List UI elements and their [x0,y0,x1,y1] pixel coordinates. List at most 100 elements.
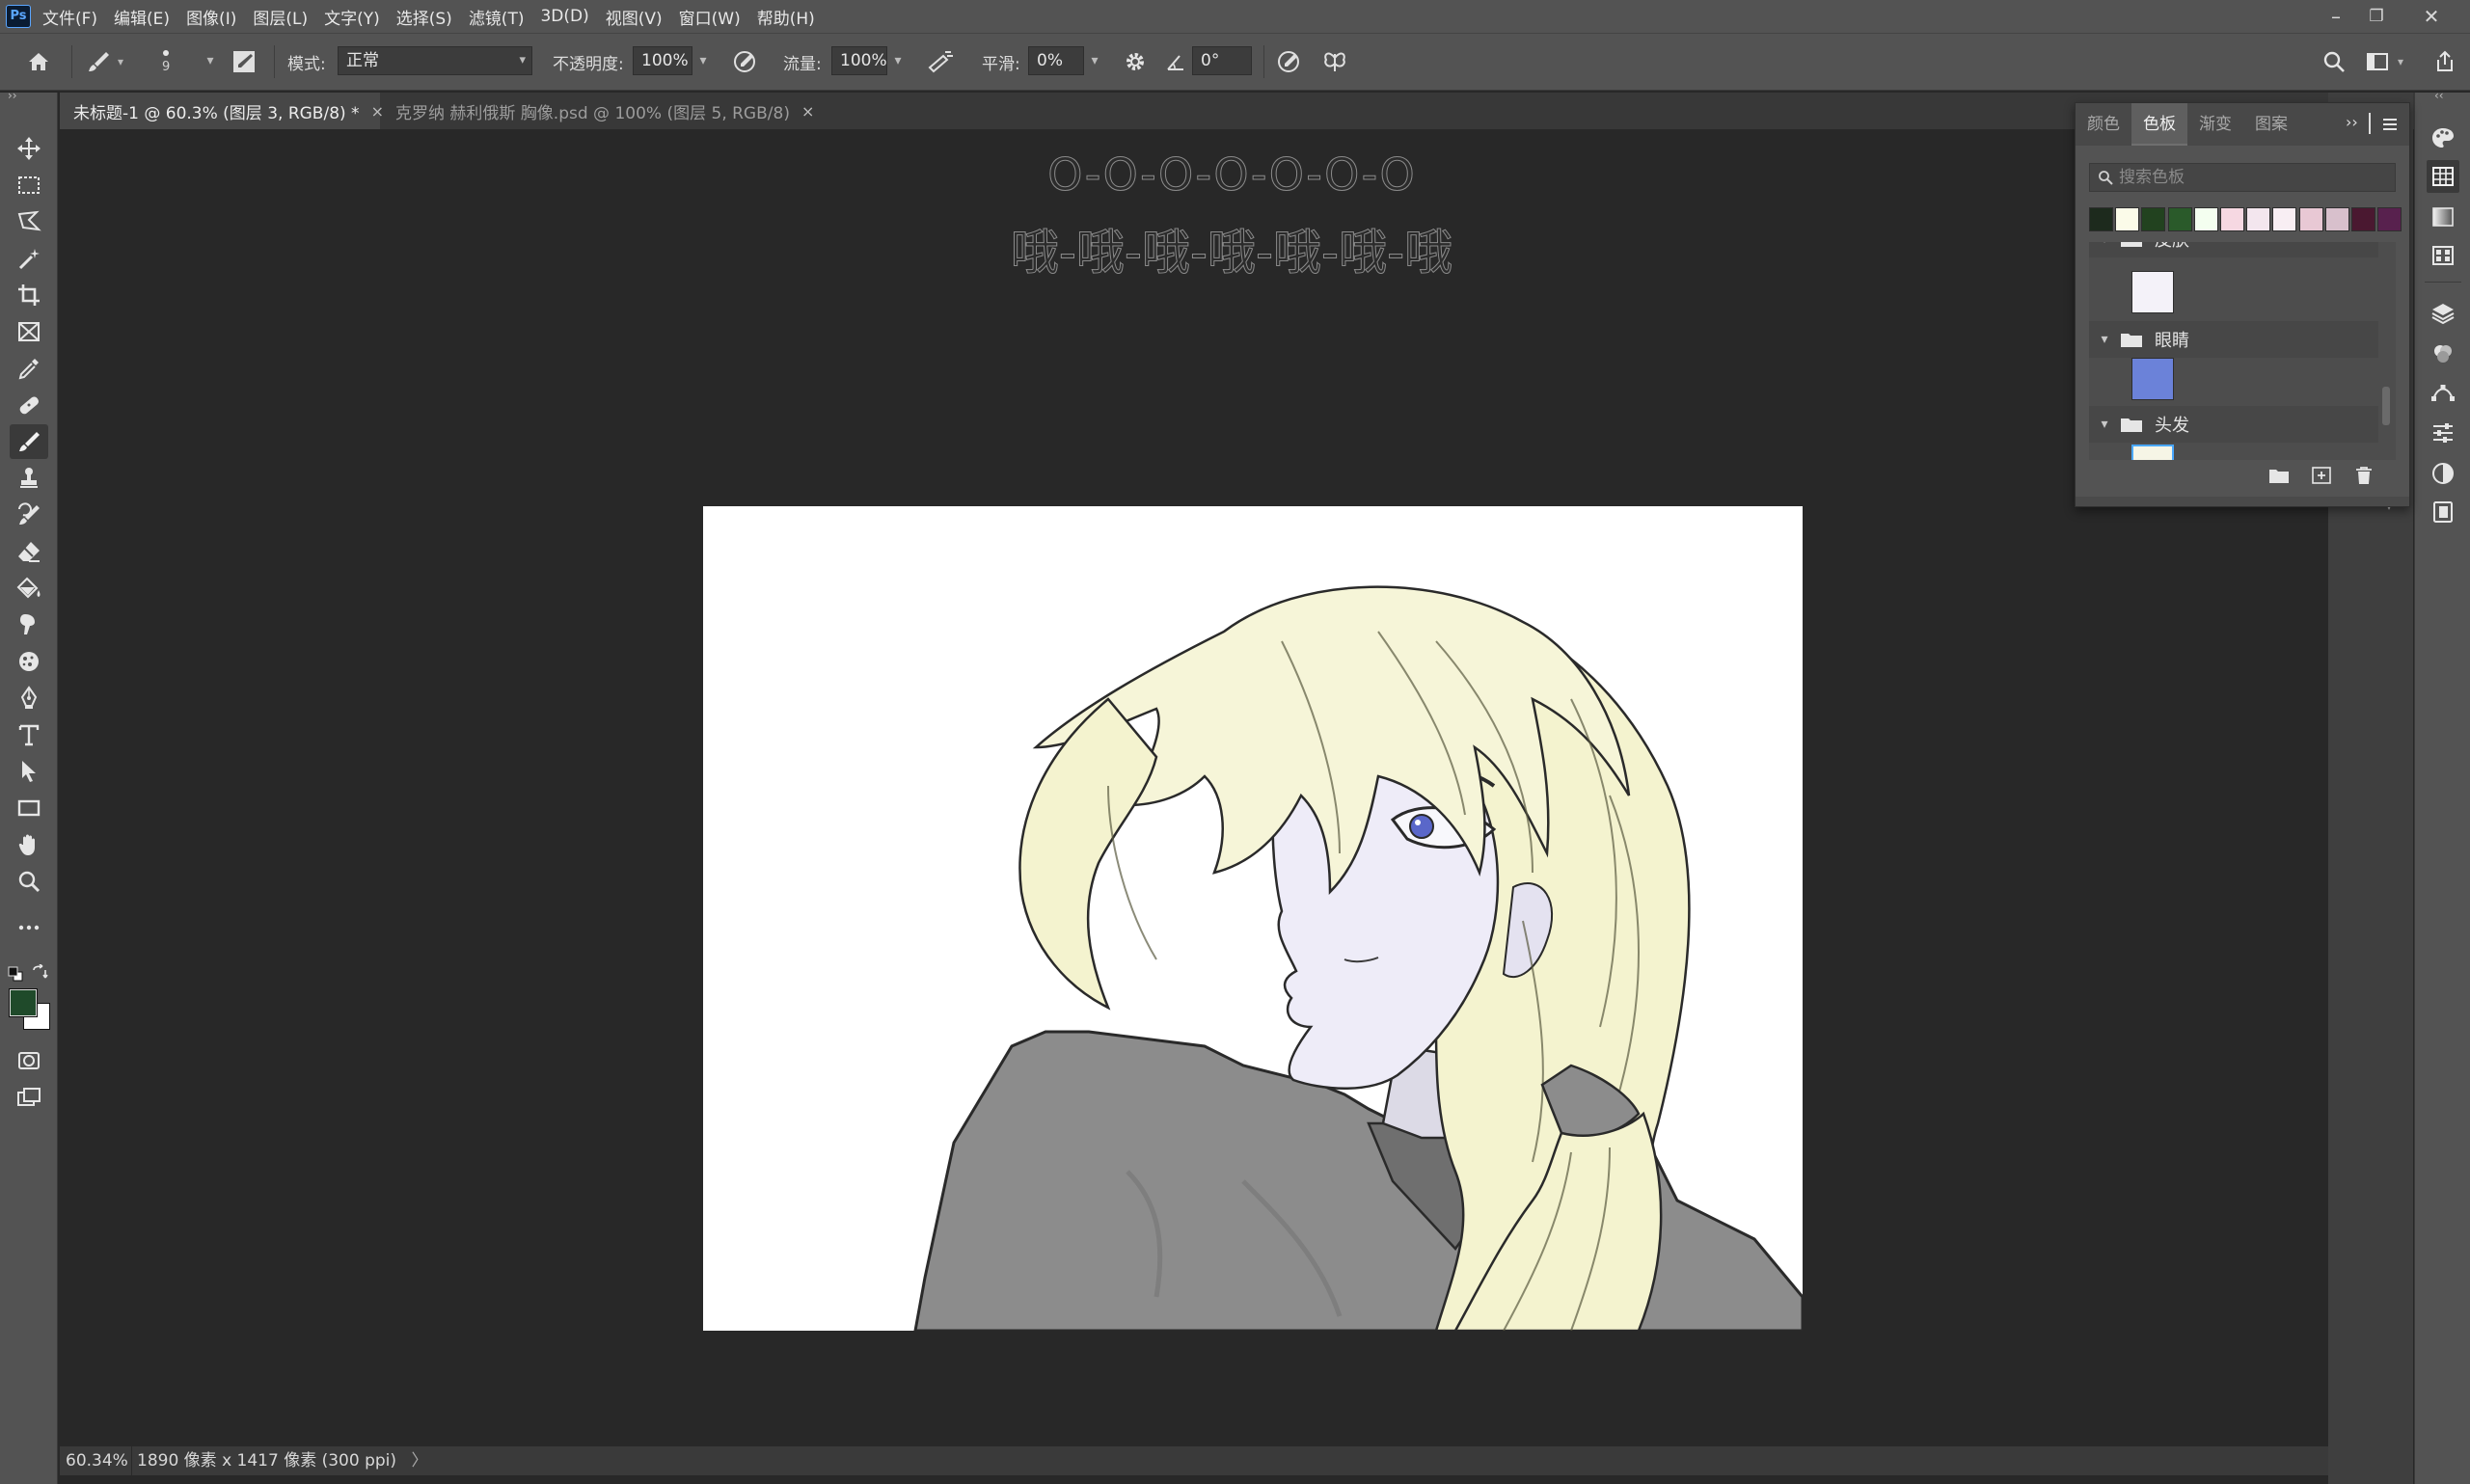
eyedropper-tool[interactable] [10,351,48,386]
menu-edit[interactable]: 编辑(E) [114,5,170,29]
move-tool[interactable] [10,131,48,166]
chevron-down-icon[interactable]: ▾ [2089,417,2120,432]
libraries-panel-button[interactable] [2427,496,2459,528]
flow-input[interactable]: 100% [831,46,887,75]
expand-toolbar-icon[interactable]: ›› [8,89,17,102]
tab-color[interactable]: 颜色 [2076,103,2131,146]
swatches-panel-button[interactable] [2427,160,2459,193]
paint-bucket-tool[interactable] [10,571,48,606]
brush-settings-toggle[interactable] [231,34,257,90]
pressure-size-button[interactable] [1275,34,1302,90]
close-window-button[interactable]: ✕ [2405,0,2457,33]
tab-bust-psd[interactable]: 克罗纳 赫利俄斯 胸像.psd @ 100% (图层 5, RGB/8) × [382,93,883,129]
swatch-group-skin[interactable]: ▾ 皮肤 [2089,242,2378,257]
frame-tool[interactable] [10,314,48,349]
panel-resize-handle[interactable] [2076,497,2409,506]
brush-size-picker[interactable]: 9 [162,34,170,90]
recent-color-swatch[interactable] [2377,207,2402,231]
recent-color-swatch[interactable] [2141,207,2166,231]
menu-help[interactable]: 帮助(H) [757,5,815,29]
recent-color-swatch[interactable] [2272,207,2297,231]
foreground-color-swatch[interactable] [9,988,38,1017]
chevron-down-icon[interactable]: ▾ [200,46,221,75]
angle-input[interactable]: 0° [1192,46,1252,75]
zoom-level[interactable]: 60.34% [66,1446,132,1475]
lasso-tool[interactable] [10,204,48,239]
new-swatch-button[interactable] [2311,466,2334,489]
smoothing-input[interactable]: 0% [1028,46,1084,75]
menu-view[interactable]: 视图(V) [606,5,663,29]
collapse-dock-icon[interactable]: ‹‹ [2434,89,2444,102]
crop-tool[interactable] [10,278,48,312]
edit-toolbar-button[interactable] [10,910,48,945]
channels-panel-button[interactable] [2427,337,2459,370]
swatch-group-hair[interactable]: ▾ 头发 [2089,406,2378,443]
history-brush-tool[interactable] [10,498,48,532]
scrollbar-thumb[interactable] [2382,387,2390,425]
menu-select[interactable]: 选择(S) [396,5,452,29]
workspace-switcher[interactable]: ▾ [2365,34,2403,90]
menu-filter[interactable]: 滤镜(T) [469,5,525,29]
canvas-workspace[interactable]: O-O-O-O-O-O-O 哦-哦-哦-哦-哦-哦-哦 [60,129,2328,1446]
menu-file[interactable]: 文件(F) [42,5,97,29]
artboard-canvas[interactable] [703,506,1803,1331]
more-tabs-icon[interactable]: ›› [2346,113,2358,131]
hand-tool[interactable] [10,827,48,862]
recent-color-swatch[interactable] [2246,207,2271,231]
chevron-down-icon[interactable]: ▾ [887,46,909,75]
swatch-search-input[interactable] [2119,164,2389,191]
tab-untitled-1[interactable]: 未标题-1 @ 60.3% (图层 3, RGB/8) * × [60,93,384,129]
menu-type[interactable]: 文字(Y) [324,5,380,29]
layers-panel-button[interactable] [2427,297,2459,330]
chevron-down-icon[interactable]: ▾ [1084,46,1105,75]
swatch-hair[interactable] [2131,445,2174,460]
tab-patterns[interactable]: 图案 [2243,103,2299,146]
color-panel-button[interactable] [2427,121,2459,154]
menu-window[interactable]: 窗口(W) [679,5,741,29]
brush-tool[interactable] [10,424,48,459]
pressure-opacity-button[interactable] [731,34,758,90]
quick-mask-button[interactable] [10,1043,48,1078]
rectangle-tool[interactable] [10,791,48,825]
menu-image[interactable]: 图像(I) [186,5,236,29]
panel-menu-button[interactable] [2382,119,2398,130]
swap-colors-button[interactable] [31,964,48,982]
recent-color-swatch[interactable] [2089,207,2113,231]
chevron-down-icon[interactable]: ▾ [2089,332,2120,347]
blend-mode-select[interactable]: 正常 ▾ [338,46,532,75]
properties-panel-button[interactable] [2427,417,2459,449]
recent-color-swatch[interactable] [2351,207,2375,231]
recent-color-swatch[interactable] [2324,207,2349,231]
gradients-panel-button[interactable] [2427,201,2459,233]
search-button[interactable] [2321,34,2347,90]
quick-selection-tool[interactable] [10,241,48,276]
airbrush-button[interactable] [926,34,955,90]
recent-color-swatch[interactable] [2298,207,2323,231]
home-button[interactable] [25,34,52,90]
menu-3d[interactable]: 3D(D) [540,7,588,26]
restore-button[interactable]: ❐ [2350,0,2402,33]
screen-mode-button[interactable] [10,1080,48,1115]
adjustments-panel-button[interactable] [2427,457,2459,490]
marquee-tool[interactable] [10,168,48,202]
tab-swatches[interactable]: 色板 [2131,103,2187,146]
smoothing-options-button[interactable] [1123,34,1148,90]
recent-color-swatch[interactable] [2193,207,2218,231]
default-colors-button[interactable] [8,966,23,982]
recent-color-swatch[interactable] [2220,207,2244,231]
healing-brush-tool[interactable] [10,388,48,422]
smudge-tool[interactable] [10,607,48,642]
symmetry-button[interactable] [1321,34,1348,90]
clone-stamp-tool[interactable] [10,461,48,496]
swatch-group-eyes[interactable]: ▾ 眼睛 [2089,321,2378,358]
brush-preset-picker[interactable]: ▾ [85,34,123,90]
blur-sponge-tool[interactable] [10,644,48,679]
share-button[interactable] [2432,34,2457,90]
delete-swatch-button[interactable] [2353,466,2376,489]
type-tool[interactable] [10,717,48,752]
close-tab-button[interactable]: × [801,102,814,121]
chevron-down-icon[interactable]: ▾ [2089,242,2120,247]
path-selection-tool[interactable] [10,754,48,789]
swatch-eyes[interactable] [2131,358,2174,400]
tab-gradients[interactable]: 渐变 [2187,103,2243,146]
